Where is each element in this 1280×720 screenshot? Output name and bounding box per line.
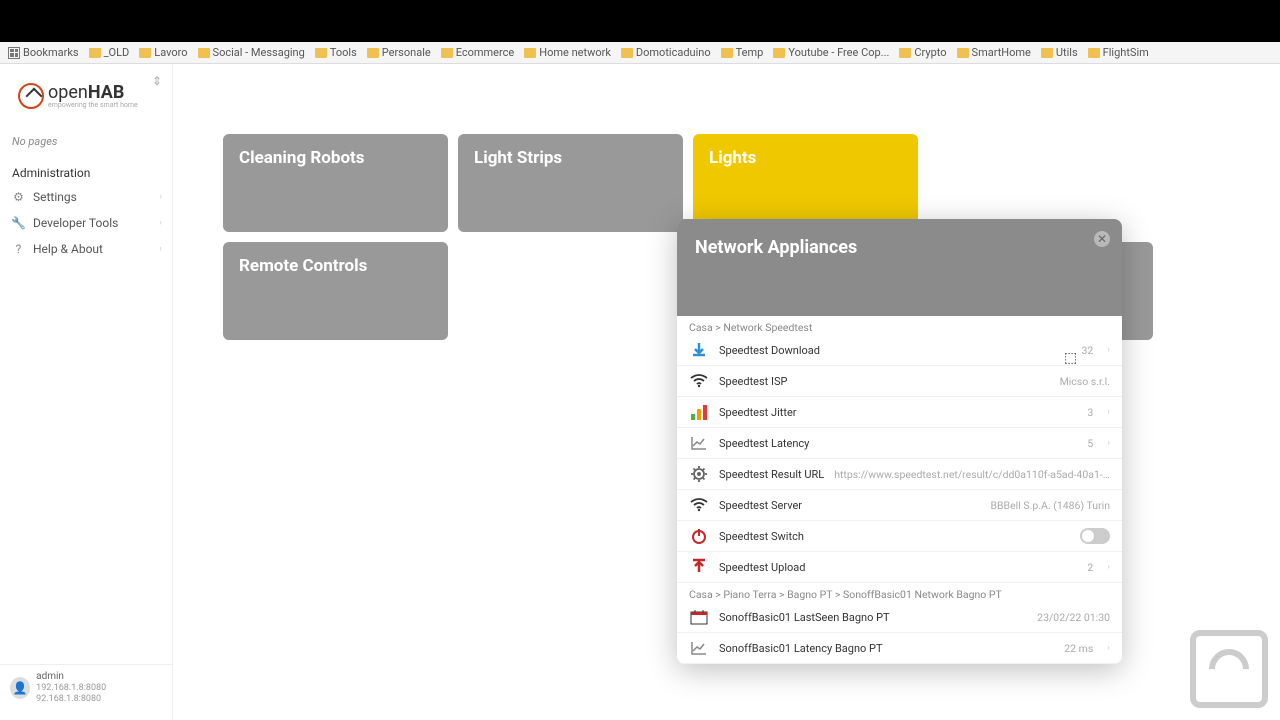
card-light-strips[interactable]: Light Strips bbox=[458, 134, 683, 232]
bookmark-folder-crypto[interactable]: Crypto bbox=[899, 46, 946, 59]
sidebar-footer[interactable]: 👤 admin 192.168.1.8:8080 92.168.1.8:8080 bbox=[0, 664, 172, 710]
bookmark-folder-personale[interactable]: Personale bbox=[367, 46, 431, 59]
avatar: 👤 bbox=[10, 677, 30, 699]
sidebar-item-label: Settings bbox=[33, 190, 77, 204]
row-speedtest-server[interactable]: Speedtest Server BBBell S.p.A. (1486) Tu… bbox=[677, 490, 1122, 521]
row-speedtest-switch[interactable]: Speedtest Switch bbox=[677, 521, 1122, 552]
bookmark-folder-smarthome[interactable]: SmartHome bbox=[957, 46, 1031, 59]
sidebar-no-pages: No pages bbox=[0, 127, 172, 156]
row-speedtest-upload[interactable]: Speedtest Upload 2 › bbox=[677, 552, 1122, 583]
bookmark-folder-ecommerce[interactable]: Ecommerce bbox=[441, 46, 515, 59]
upload-icon bbox=[689, 557, 709, 577]
row-speedtest-latency[interactable]: Speedtest Latency 5 › bbox=[677, 428, 1122, 459]
logo[interactable]: openHAB empowering the smart home bbox=[0, 74, 172, 127]
footer-username: admin bbox=[36, 671, 162, 682]
modal-title: Network Appliances bbox=[695, 237, 1104, 258]
sidebar-item-settings[interactable]: ⚙ Settings › bbox=[0, 184, 172, 210]
bookmark-folder-old[interactable]: _OLD bbox=[89, 46, 130, 59]
toggle-switch[interactable] bbox=[1080, 528, 1110, 544]
sidebar-item-label: Help & About bbox=[33, 242, 103, 256]
gear-icon bbox=[689, 464, 709, 484]
bookmarks-bar: Bookmarks _OLD Lavoro Social - Messaging… bbox=[0, 42, 1280, 64]
chevron-right-icon: › bbox=[159, 192, 162, 202]
card-cleaning-robots[interactable]: Cleaning Robots bbox=[223, 134, 448, 232]
wrench-icon: 🔧 bbox=[12, 217, 25, 230]
bookmark-folder-lavoro[interactable]: Lavoro bbox=[139, 46, 187, 59]
calendar-icon bbox=[689, 607, 709, 627]
chevron-right-icon: › bbox=[1107, 345, 1110, 355]
close-icon[interactable]: ✕ bbox=[1094, 231, 1110, 247]
breadcrumb: Casa > Network Speedtest bbox=[677, 316, 1122, 335]
footer-url: 192.168.1.8:8080 bbox=[36, 683, 106, 693]
chevron-right-icon: › bbox=[1107, 562, 1110, 572]
sidebar: ⇕ openHAB empowering the smart home No p… bbox=[0, 64, 173, 720]
row-speedtest-isp[interactable]: Speedtest ISP Micso s.r.l. bbox=[677, 366, 1122, 397]
row-speedtest-jitter[interactable]: Speedtest Jitter 3 › bbox=[677, 397, 1122, 428]
help-icon: ? bbox=[12, 243, 25, 256]
logo-icon bbox=[18, 83, 44, 109]
row-speedtest-download[interactable]: Speedtest Download 32 › bbox=[677, 335, 1122, 366]
bars-icon bbox=[689, 402, 709, 422]
sidebar-admin-heading: Administration bbox=[0, 156, 172, 184]
breadcrumb: Casa > Piano Terra > Bagno PT > SonoffBa… bbox=[677, 583, 1122, 602]
content-area: Cleaning Robots Light Strips Lights Remo… bbox=[173, 64, 1280, 720]
bookmark-folder-utils[interactable]: Utils bbox=[1041, 46, 1078, 59]
bookmark-folder-domoticaduino[interactable]: Domoticaduino bbox=[621, 46, 711, 59]
row-sonoff-latency[interactable]: SonoffBasic01 Latency Bagno PT 22 ms › bbox=[677, 633, 1122, 664]
bookmark-folder-flightsim[interactable]: FlightSim bbox=[1088, 46, 1149, 59]
watermark-logo bbox=[1190, 630, 1268, 708]
gear-icon: ⚙ bbox=[12, 191, 25, 204]
chevron-right-icon: › bbox=[159, 244, 162, 254]
chevron-right-icon: › bbox=[1107, 643, 1110, 653]
row-speedtest-result-url[interactable]: Speedtest Result URL https://www.speedte… bbox=[677, 459, 1122, 490]
sidebar-item-devtools[interactable]: 🔧 Developer Tools › bbox=[0, 210, 172, 236]
pin-icon[interactable]: ⇕ bbox=[152, 74, 162, 88]
bookmarks-label: Bookmarks bbox=[23, 46, 79, 59]
row-sonoff-lastseen[interactable]: SonoffBasic01 LastSeen Bagno PT 23/02/22… bbox=[677, 602, 1122, 633]
sidebar-item-label: Developer Tools bbox=[33, 216, 118, 230]
modal-header: Network Appliances ✕ bbox=[677, 219, 1122, 316]
bookmarks-menu[interactable]: Bookmarks bbox=[8, 46, 79, 59]
bookmark-folder-youtube[interactable]: Youtube - Free Cop... bbox=[773, 46, 889, 59]
chart-icon bbox=[689, 638, 709, 658]
bookmark-folder-temp[interactable]: Temp bbox=[721, 46, 764, 59]
network-appliances-modal: Network Appliances ✕ Casa > Network Spee… bbox=[677, 219, 1122, 664]
bookmark-folder-social[interactable]: Social - Messaging bbox=[198, 46, 305, 59]
chevron-right-icon: › bbox=[159, 218, 162, 228]
sidebar-item-help[interactable]: ? Help & About › bbox=[0, 236, 172, 262]
logo-tagline: empowering the smart home bbox=[48, 101, 138, 109]
chevron-right-icon: › bbox=[1107, 407, 1110, 417]
download-icon bbox=[689, 340, 709, 360]
chevron-right-icon: › bbox=[1107, 438, 1110, 448]
card-lights[interactable]: Lights bbox=[693, 134, 918, 232]
bookmark-folder-homenetwork[interactable]: Home network bbox=[524, 46, 611, 59]
power-icon bbox=[689, 526, 709, 546]
card-remote-controls[interactable]: Remote Controls bbox=[223, 242, 448, 340]
wifi-icon bbox=[689, 495, 709, 515]
browser-chrome-blackbar bbox=[0, 0, 1280, 42]
bookmark-folder-tools[interactable]: Tools bbox=[315, 46, 357, 59]
chart-icon bbox=[689, 433, 709, 453]
wifi-icon bbox=[689, 371, 709, 391]
